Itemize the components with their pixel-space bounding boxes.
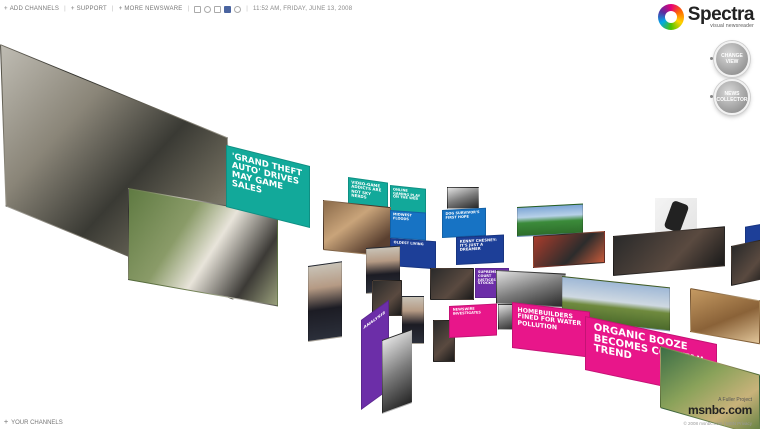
photo-tile-edge[interactable] <box>731 237 760 286</box>
headline-text: 'GRAND THEFT AUTO' DRIVES MAY GAME SALES <box>231 151 303 196</box>
your-channels-label: YOUR CHANNELS <box>11 419 63 426</box>
headline-text: ONLINE GAMING PLAY ON THE WEB <box>393 187 421 202</box>
photo-tile-small[interactable] <box>447 187 479 209</box>
spectra-logo: beta Spectra visual newsreader <box>657 3 755 30</box>
indicator-dot <box>710 57 713 60</box>
headline-tile-kenny[interactable]: KENNY CHESNEY: IT'S JUST A DREAMER <box>456 234 504 265</box>
photo-tile-portrait-red[interactable] <box>533 230 605 268</box>
logo-title: Spectra <box>687 3 755 25</box>
phone-icon <box>663 199 689 233</box>
headline-tile-dog-survivor[interactable]: DOG SURVIVOR'S FIRST HOPE <box>442 207 486 238</box>
headline-text: ANALYSIS <box>363 309 386 331</box>
headline-text: NEWSWIRE INVESTIGATES <box>452 307 481 316</box>
plus-icon: + <box>4 419 9 426</box>
headline-text: HOMEBUILDERS FINED FOR WATER POLLUTION <box>517 306 582 332</box>
copyright-text: © 2008 msnbc.com | MSN Privacy <box>683 421 752 426</box>
msnbc-credit[interactable]: A Fuller Project msnbc.com <box>688 397 752 417</box>
change-view-label: CHANGE VIEW <box>721 53 743 65</box>
logo-subtitle: visual newsreader <box>710 22 754 29</box>
headline-text: DOG SURVIVOR'S FIRST HOPE <box>445 210 480 220</box>
msnbc-logo: msnbc.com <box>688 403 752 417</box>
news-wall: 'GRAND THEFT AUTO' DRIVES MAY GAME SALES… <box>0 0 760 429</box>
change-view-button[interactable]: CHANGE VIEW <box>714 41 750 77</box>
headline-text: KENNY CHESNEY: IT'S JUST A DREAMER <box>459 236 497 252</box>
news-collector-label: NEWS COLLECTOR <box>716 91 748 103</box>
photo-tile-bottom-vert[interactable] <box>382 329 412 414</box>
photo-tile-crowd-dark[interactable] <box>430 268 474 300</box>
headline-text: VIDEO-GAME ADDICTS ARE NOT SKY NERDS <box>351 179 382 200</box>
spectra-ring-icon <box>657 4 684 30</box>
news-collector-button[interactable]: NEWS COLLECTOR <box>714 79 750 115</box>
headline-tile-homebuilders[interactable]: HOMEBUILDERS FINED FOR WATER POLLUTION <box>512 302 590 358</box>
headline-text: MIDWEST FLOODS <box>393 212 412 222</box>
photo-tile-man-suit[interactable] <box>308 261 342 342</box>
indicator-dot <box>710 95 713 98</box>
photo-tile-court[interactable] <box>496 270 566 308</box>
your-channels-link[interactable]: + YOUR CHANNELS <box>4 419 63 426</box>
headline-tile-floods[interactable]: MIDWEST FLOODS <box>390 210 426 241</box>
photo-tile-face[interactable] <box>613 226 725 276</box>
photo-tile-tan[interactable] <box>690 288 760 345</box>
headline-tile-newswire[interactable]: NEWSWIRE INVESTIGATES <box>449 303 497 338</box>
photo-tile-field[interactable] <box>517 203 583 237</box>
